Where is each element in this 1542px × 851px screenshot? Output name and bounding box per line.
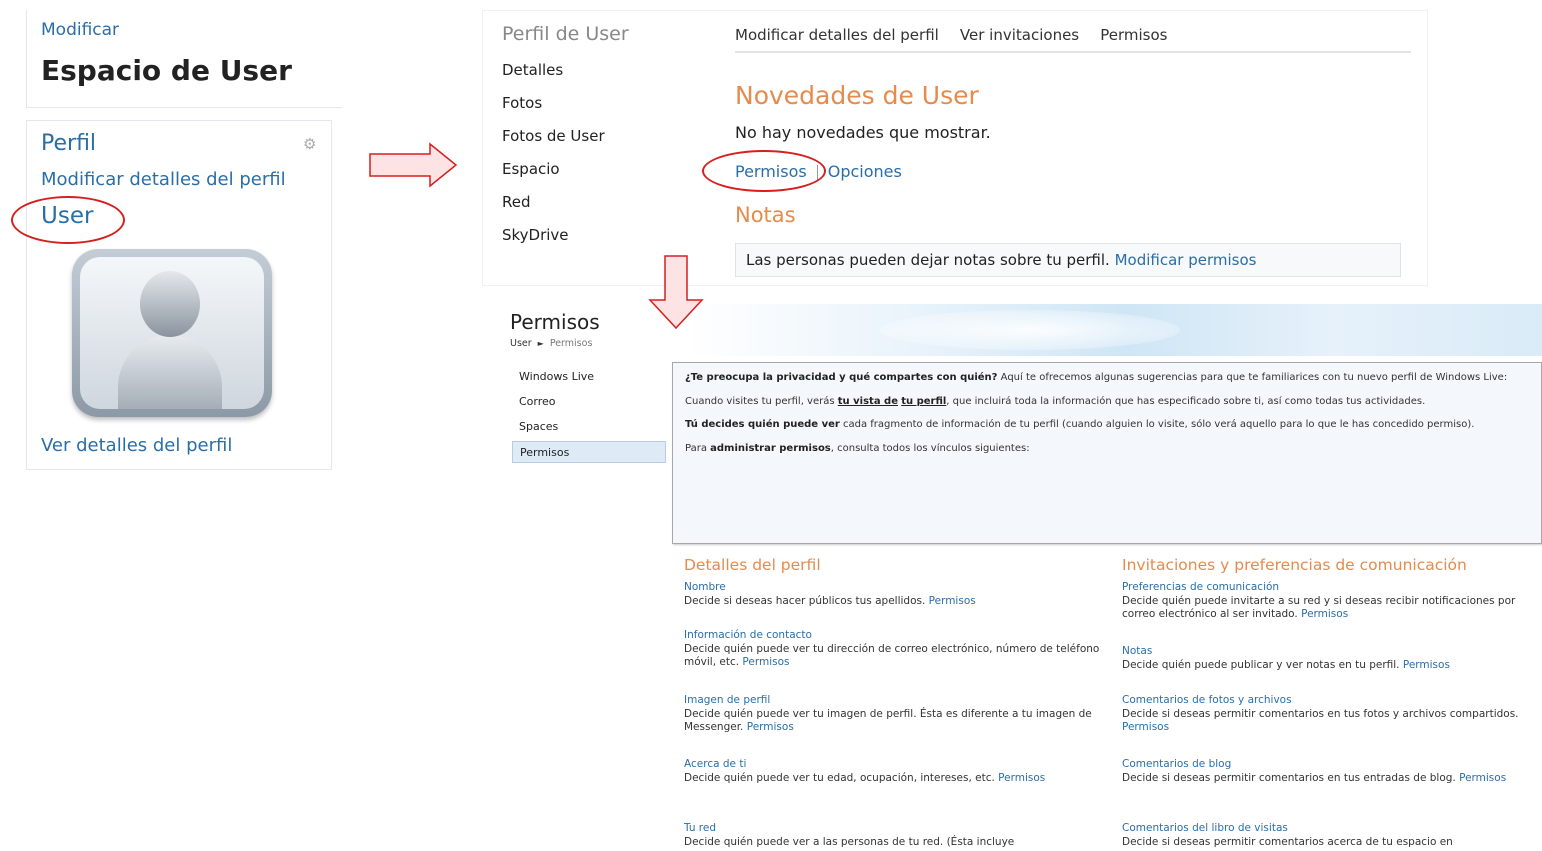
entry-title[interactable]: Preferencias de comunicación	[1122, 581, 1542, 595]
entry-permissions-link[interactable]: Permisos	[929, 595, 976, 607]
entry-communication-prefs: Preferencias de comunicación Decide quié…	[1122, 581, 1542, 622]
entry-title[interactable]: Tu red	[684, 822, 1104, 836]
profile-details-heading: Detalles del perfil	[684, 556, 821, 574]
entry-text: Decide quién puede ver a las personas de…	[684, 835, 1015, 848]
entry-permissions-link[interactable]: Permisos	[742, 656, 789, 668]
profile-page: Perfil de User Detalles Fotos Fotos de U…	[482, 10, 1428, 286]
entry-title[interactable]: Notas	[1122, 645, 1542, 659]
avatar[interactable]	[72, 249, 272, 417]
info-paragraph-3: Tú decides quién puede ver cada fragment…	[685, 418, 1529, 432]
avatar-body-shape	[118, 335, 222, 409]
entry-name: Nombre Decide si deseas hacer públicos t…	[684, 581, 1104, 608]
notes-title: Notas	[735, 203, 796, 227]
breadcrumb-current: Permisos	[549, 338, 593, 349]
entry-permissions-link[interactable]: Permisos	[998, 772, 1045, 784]
profile-tabs: Modificar detalles del perfil Ver invita…	[735, 25, 1411, 53]
permissions-page: Permisos User ► Permisos Windows Live Corr…	[500, 304, 1542, 851]
breadcrumb: User ► Permisos	[510, 338, 592, 349]
entry-permissions-link[interactable]: Permisos	[747, 721, 794, 733]
entry-text: Decide quién puede ver tu imagen de perf…	[684, 707, 1092, 734]
avatar-image	[80, 257, 264, 409]
invitations-heading: Invitaciones y preferencias de comunicac…	[1122, 556, 1467, 574]
info-paragraph-4: Para administrar permisos, consulta todo…	[685, 442, 1529, 456]
modify-link[interactable]: Modificar	[41, 20, 119, 40]
entry-text: Decide si deseas permitir comentarios ac…	[1122, 835, 1453, 848]
info-p1-bold: ¿Te preocupa la privacidad y qué compart…	[685, 372, 998, 383]
entry-text: Decide quién puede publicar y ver notas …	[1122, 658, 1400, 671]
entry-permissions-link[interactable]: Permisos	[1122, 721, 1169, 733]
notes-text: Las personas pueden dejar notas sobre tu…	[746, 251, 1110, 269]
info-p1-text: Aquí te ofrecemos algunas sugerencias pa…	[997, 372, 1508, 383]
info-p4-bold: administrar permisos	[710, 442, 831, 454]
entry-text: Decide si deseas permitir comentarios en…	[1122, 707, 1519, 720]
side-item-details[interactable]: Detalles	[502, 61, 563, 79]
news-title: Novedades de User	[735, 81, 979, 110]
entry-title[interactable]: Comentarios del libro de visitas	[1122, 822, 1542, 836]
info-p4-text: , consulta todos los vínculos siguientes…	[830, 442, 1030, 454]
entry-title[interactable]: Imagen de perfil	[684, 694, 1104, 708]
nav-windows-live[interactable]: Windows Live	[512, 366, 666, 388]
info-p2-text-a: Cuando visites tu perfil, verás	[685, 395, 838, 407]
privacy-info-box: ¿Te preocupa la privacidad y qué compart…	[672, 362, 1542, 544]
space-header: Modificar Espacio de User	[26, 10, 342, 108]
entry-guestbook-comments: Comentarios del libro de visitas Decide …	[1122, 822, 1542, 849]
entry-about-you: Acerca de ti Decide quién puede ver tu e…	[684, 758, 1104, 785]
entry-title[interactable]: Comentarios de fotos y archivos	[1122, 694, 1542, 708]
entry-text: Decide si deseas permitir comentarios en…	[1122, 771, 1456, 784]
info-paragraph-1: ¿Te preocupa la privacidad y qué compart…	[685, 371, 1529, 385]
side-item-network[interactable]: Red	[502, 193, 531, 211]
entry-permissions-link[interactable]: Permisos	[1459, 772, 1506, 784]
profile-side-title: Perfil de User	[502, 23, 629, 45]
tab-edit-profile[interactable]: Modificar detalles del perfil	[735, 26, 939, 44]
entry-permissions-link[interactable]: Permisos	[1403, 659, 1450, 671]
avatar-head-shape	[140, 271, 200, 337]
modify-permissions-link[interactable]: Modificar permisos	[1115, 251, 1257, 269]
entry-text: Decide quién puede ver tu edad, ocupació…	[684, 771, 995, 784]
gear-icon[interactable]: ⚙	[303, 135, 316, 153]
page-title: Permisos	[510, 310, 600, 334]
arrow-right-icon	[369, 142, 458, 188]
no-news-text: No hay novedades que mostrar.	[735, 123, 991, 142]
entry-notes: Notas Decide quién puede publicar y ver …	[1122, 645, 1542, 672]
edit-profile-link[interactable]: Modificar detalles del perfil	[41, 169, 286, 190]
view-profile-link[interactable]: Ver detalles del perfil	[41, 435, 232, 456]
entry-photo-comments: Comentarios de fotos y archivos Decide s…	[1122, 694, 1542, 735]
nav-mail[interactable]: Correo	[512, 391, 666, 413]
notes-box: Las personas pueden dejar notas sobre tu…	[735, 243, 1401, 277]
options-link[interactable]: Opciones	[828, 162, 902, 181]
entry-text: Decide si deseas hacer públicos tus apel…	[684, 594, 926, 607]
side-item-space[interactable]: Espacio	[502, 160, 560, 178]
highlight-oval-permisos	[702, 150, 826, 192]
entry-title[interactable]: Nombre	[684, 581, 1104, 595]
space-title: Espacio de User	[41, 54, 292, 87]
entry-title[interactable]: Acerca de ti	[684, 758, 1104, 772]
tab-permissions[interactable]: Permisos	[1100, 26, 1167, 44]
entry-permissions-link[interactable]: Permisos	[1301, 608, 1348, 620]
side-item-photos[interactable]: Fotos	[502, 94, 542, 112]
entry-title[interactable]: Información de contacto	[684, 629, 1104, 643]
arrow-down-icon	[648, 255, 704, 330]
breadcrumb-root[interactable]: User	[510, 338, 532, 349]
profile-heading[interactable]: Perfil	[41, 131, 96, 156]
info-p3-bold: Tú decides quién puede ver	[685, 419, 840, 430]
side-item-user-photos[interactable]: Fotos de User	[502, 127, 605, 145]
nav-permissions[interactable]: Permisos	[512, 441, 666, 463]
profile-card: Perfil ⚙ Modificar detalles del perfil U…	[26, 120, 332, 470]
entry-title[interactable]: Comentarios de blog	[1122, 758, 1542, 772]
entry-blog-comments: Comentarios de blog Decide si deseas per…	[1122, 758, 1542, 785]
highlight-oval-user	[11, 196, 125, 244]
your-view-link[interactable]: tu vista de	[838, 396, 898, 407]
info-p4-text-a: Para	[685, 442, 711, 454]
info-paragraph-2: Cuando visites tu perfil, verás tu vista…	[685, 395, 1529, 409]
entry-your-network: Tu red Decide quién puede ver a las pers…	[684, 822, 1104, 849]
breadcrumb-arrow-icon: ►	[537, 339, 544, 348]
your-profile-link[interactable]: tu perfil	[901, 396, 946, 407]
nav-spaces[interactable]: Spaces	[512, 416, 666, 438]
entry-profile-image: Imagen de perfil Decide quién puede ver …	[684, 694, 1104, 735]
side-item-skydrive[interactable]: SkyDrive	[502, 226, 569, 244]
entry-contact-info: Información de contacto Decide quién pue…	[684, 629, 1104, 670]
info-p3-text: cada fragmento de información de tu perf…	[839, 419, 1475, 430]
tab-view-invitations[interactable]: Ver invitaciones	[960, 26, 1079, 44]
info-p2-text-c: , que incluirá toda la información que h…	[946, 395, 1426, 407]
